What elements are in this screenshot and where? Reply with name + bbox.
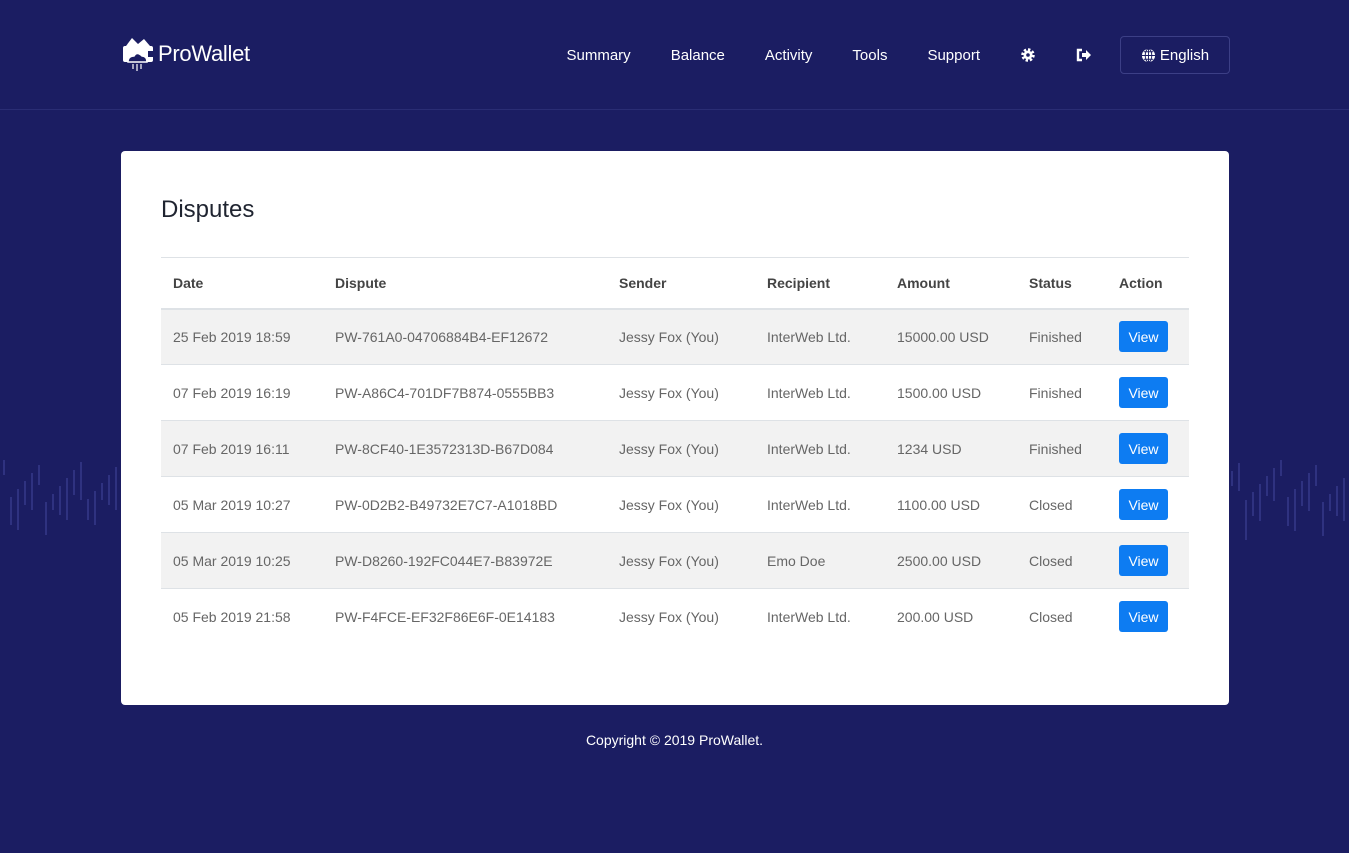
cell-status: Closed [1017,588,1107,645]
cell-sender: Jessy Fox (You) [607,532,755,589]
view-button[interactable]: View [1119,321,1168,353]
header-recipient: Recipient [755,257,885,310]
cell-dispute-id: PW-0D2B2-B49732E7C7-A1018BD [323,476,607,533]
view-button[interactable]: View [1119,377,1168,408]
cell-action: View [1107,364,1189,421]
cell-recipient: InterWeb Ltd. [755,420,885,477]
header-amount: Amount [885,257,1017,310]
cell-status: Finished [1017,364,1107,421]
cell-dispute-id: PW-D8260-192FC044E7-B83972E [323,532,607,589]
cell-sender: Jessy Fox (You) [607,476,755,533]
header-action: Action [1107,257,1189,310]
cell-sender: Jessy Fox (You) [607,420,755,477]
table-row: 05 Mar 2019 10:27 PW-0D2B2-B49732E7C7-A10… [161,476,1189,533]
cell-action: View [1107,308,1189,365]
table-header-row: Date Dispute Sender Recipient Amount Sta… [161,257,1189,310]
gear-icon[interactable] [1020,47,1036,63]
top-navbar: ProWallet Summary Balance Activity Tools… [0,0,1349,110]
nav-activity[interactable]: Activity [765,47,813,64]
nav-tools[interactable]: Tools [852,47,887,64]
table-row: 25 Feb 2019 18:59 PW-761A0-04706884B4-EF1… [161,308,1189,365]
table-row: 07 Feb 2019 16:19 PW-A86C4-701DF7B874-055… [161,364,1189,421]
cell-amount: 200.00 USD [885,588,1017,645]
cell-amount: 15000.00 USD [885,308,1017,365]
header-dispute: Dispute [323,257,607,310]
view-button[interactable]: View [1119,545,1168,576]
cell-action: View [1107,588,1189,645]
header-date: Date [161,257,323,310]
copyright: Copyright © 2019 ProWallet. [585,732,764,748]
header-sender: Sender [607,257,755,310]
page-title: Disputes [161,196,255,223]
nav-support[interactable]: Support [927,47,980,64]
language-label: English [1159,46,1210,64]
table-row: 05 Feb 2019 21:58 PW-F4FCE-EF32F86E6F-0E1… [161,588,1189,645]
cell-sender: Jessy Fox (You) [607,364,755,421]
cell-date: 07 Feb 2019 16:11 [161,420,323,477]
table-row: 05 Mar 2019 10:25 PW-D8260-192FC044E7-B83… [161,532,1189,589]
cell-date: 25 Feb 2019 18:59 [161,308,323,365]
cell-dispute-id: PW-F4FCE-EF32F86E6F-0E14183 [323,588,607,645]
cell-dispute-id: PW-8CF40-1E3572313D-B67D084 [323,420,607,477]
disputes-card: Disputes Date Dispute Sender Recipient A… [121,151,1229,705]
cell-date: 05 Mar 2019 10:27 [161,476,323,533]
cell-amount: 1100.00 USD [885,476,1017,533]
cell-action: View [1107,532,1189,589]
cell-amount: 1234 USD [885,420,1017,477]
cell-date: 07 Feb 2019 16:19 [161,364,323,421]
sign-out-icon[interactable] [1076,47,1092,63]
cell-action: View [1107,476,1189,533]
view-button[interactable]: View [1119,489,1168,520]
cell-status: Closed [1017,476,1107,533]
cell-date: 05 Feb 2019 21:58 [161,588,323,645]
cell-date: 05 Mar 2019 10:25 [161,532,323,589]
language-selector[interactable]: English [1120,36,1230,74]
cell-recipient: Emo Doe [755,532,885,589]
cell-sender: Jessy Fox (You) [607,588,755,645]
table-row: 07 Feb 2019 16:11 PW-8CF40-1E3572313D-B67… [161,420,1189,477]
cell-status: Finished [1017,420,1107,477]
cell-action: View [1107,420,1189,477]
view-button[interactable]: View [1119,433,1168,464]
cell-status: Finished [1017,308,1107,365]
nav-balance[interactable]: Balance [671,47,725,64]
view-button[interactable]: View [1119,601,1168,633]
main-nav: Summary Balance Activity Tools Support E… [547,36,1230,74]
cell-amount: 2500.00 USD [885,532,1017,589]
cell-recipient: InterWeb Ltd. [755,364,885,421]
cell-sender: Jessy Fox (You) [607,308,755,365]
header-status: Status [1017,257,1107,310]
cell-recipient: InterWeb Ltd. [755,476,885,533]
brand-logo[interactable]: ProWallet [122,36,250,72]
background-candles-left [3,460,124,535]
cell-recipient: InterWeb Ltd. [755,588,885,645]
cell-dispute-id: PW-A86C4-701DF7B874-0555BB3 [323,364,607,421]
cell-status: Closed [1017,532,1107,589]
cell-recipient: InterWeb Ltd. [755,308,885,365]
globe-icon [1141,47,1155,63]
cell-dispute-id: PW-761A0-04706884B4-EF12672 [323,308,607,365]
cell-amount: 1500.00 USD [885,364,1017,421]
wallet-logo-icon [123,38,154,71]
nav-summary[interactable]: Summary [567,47,631,64]
disputes-table: Date Dispute Sender Recipient Amount Sta… [161,257,1189,645]
brand-name: ProWallet [158,41,250,66]
background-candles-right [1231,460,1345,540]
